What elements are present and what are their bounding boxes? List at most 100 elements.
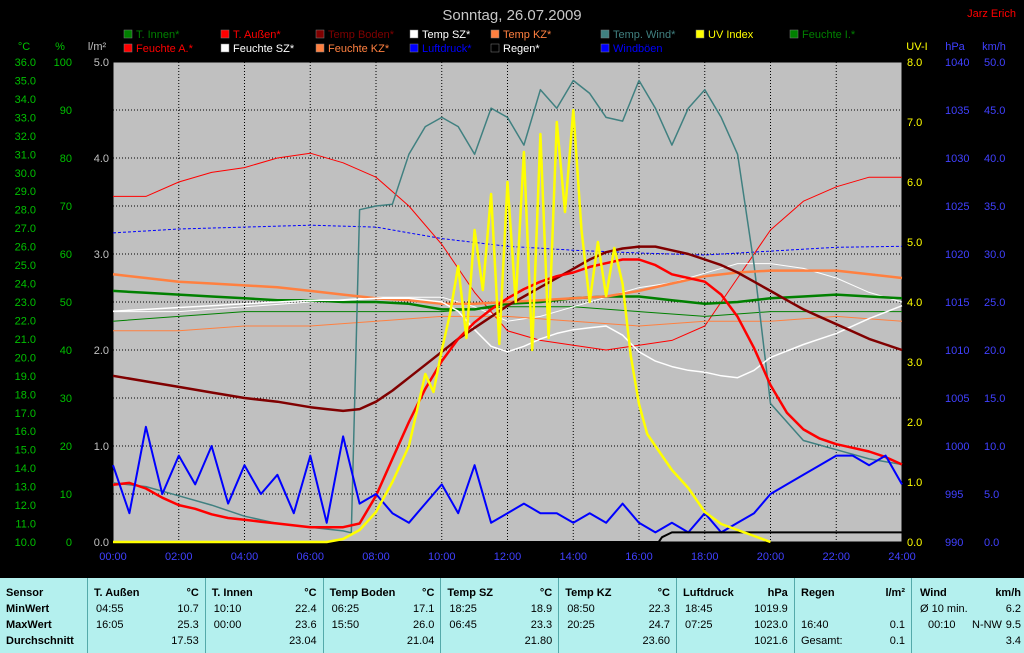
tick-label-press: 1000 [945, 441, 969, 453]
stats-avg-value: 21.80 [524, 635, 553, 647]
x-tick-label: 00:00 [99, 551, 127, 563]
chart-area: 36.0 35.0 34.0 33.0 32.0 31.0 30.0 29.0 28.0 27.0… [0, 0, 1024, 578]
x-tick-label: 14:00 [559, 551, 587, 563]
axis-unit-wind: km/h [982, 41, 1006, 53]
tick-label-temp: 20.0 [15, 352, 36, 364]
stats-max-time: 00:00 [213, 619, 242, 631]
legend-label: Temp. Wind* [613, 29, 676, 41]
stats-col-name: Temp KZ [565, 587, 612, 599]
stats-col: T. Außen °C 04:55 10.7 16:05 25.3 17.53 [88, 578, 206, 653]
legend-label: Luftdruck* [422, 43, 472, 55]
legend-label: Windböen [613, 43, 663, 55]
stats-avg-value: 23.04 [289, 635, 317, 647]
legend-label: Feuchte SZ* [233, 43, 295, 55]
stats-avg-value: 1021.6 [754, 635, 788, 647]
tick-label-wind: 10.0 [984, 441, 1005, 453]
x-tick-label: 10:00 [428, 551, 456, 563]
axis-unit-temp: °C [18, 41, 30, 53]
tick-label-hum: 20 [60, 441, 72, 453]
tick-label-temp: 25.0 [15, 260, 36, 272]
tick-label-temp: 33.0 [15, 112, 36, 124]
tick-label-temp: 30.0 [15, 168, 36, 180]
stats-regen-name: Regen [801, 587, 835, 599]
stats-max-value: 25.3 [177, 619, 199, 631]
tick-label-uv: 8.0 [907, 57, 922, 69]
tick-label-hum: 40 [60, 345, 72, 357]
tick-label-hum: 90 [60, 105, 72, 117]
stats-col-name: Temp Boden [329, 587, 396, 599]
stats-min-time: 18:25 [449, 603, 477, 615]
tick-label-hum: 30 [60, 393, 72, 405]
tick-label-hum: 10 [60, 489, 72, 501]
stats-col-unit: °C [304, 587, 317, 599]
legend-label: UV Index [708, 29, 754, 41]
tick-label-wind: 40.0 [984, 153, 1005, 165]
x-tick-label: 06:00 [296, 551, 324, 563]
stats-col-name: Luftdruck [683, 587, 734, 599]
stats-min-value: 1019.9 [754, 603, 788, 615]
tick-label-temp: 14.0 [15, 463, 36, 475]
tick-label-temp: 27.0 [15, 223, 36, 235]
legend-swatch [409, 43, 419, 53]
legend-label: Temp Boden* [328, 29, 395, 41]
stats-row-labels: Sensor MinWert MaxWert Durchschnitt [0, 578, 88, 653]
tick-label-press: 1025 [945, 201, 969, 213]
tick-label-press: 990 [945, 537, 963, 549]
tick-label-hum: 80 [60, 153, 72, 165]
tick-label-uv: 4.0 [907, 297, 922, 309]
stats-col: Temp SZ °C 18:25 18.9 06:45 23.3 21.80 [441, 578, 560, 653]
tick-label-temp: 23.0 [15, 297, 36, 309]
stats-max-time: 20:25 [567, 619, 595, 631]
tick-label-press: 1030 [945, 153, 969, 165]
tick-label-press: 1010 [945, 345, 969, 357]
tick-label-temp: 13.0 [15, 482, 36, 494]
tick-label-wind: 50.0 [984, 57, 1005, 69]
axis-unit-hum: % [55, 41, 65, 53]
tick-label-temp: 28.0 [15, 205, 36, 217]
x-tick-label: 02:00 [165, 551, 193, 563]
stats-wind-max-time: 00:10 [928, 619, 956, 631]
stats-regen-total-label: Gesamt: [801, 635, 843, 647]
legend-label: Feuchte I.* [802, 29, 856, 41]
stats-max-value: 23.3 [530, 619, 553, 631]
legend-swatch [600, 29, 610, 39]
tick-label-temp: 24.0 [15, 279, 36, 291]
x-tick-label: 20:00 [757, 551, 785, 563]
row-label-sensor: Sensor [6, 587, 44, 599]
tick-label-wind: 0.0 [984, 537, 999, 549]
stats-wind-avg-label: Ø 10 min. [920, 603, 968, 615]
stats-col-unit: °C [657, 587, 670, 599]
tick-label-wind: 5.0 [984, 489, 999, 501]
stats-min-value: 10.7 [177, 603, 199, 615]
tick-label-press: 1020 [945, 249, 969, 261]
tick-label-temp: 15.0 [15, 445, 36, 457]
stats-col-unit: °C [422, 587, 435, 599]
stats-wind-mean: 3.4 [1005, 635, 1021, 647]
tick-label-temp: 16.0 [15, 426, 36, 438]
tick-label-temp: 19.0 [15, 371, 36, 383]
tick-label-uv: 6.0 [907, 177, 922, 189]
stats-max-value: 23.6 [295, 619, 317, 631]
stats-min-value: 22.3 [648, 603, 670, 615]
axis-unit-uv: UV-I [906, 41, 927, 53]
stats-max-value: 1023.0 [754, 619, 788, 631]
stats-col: Temp KZ °C 08:50 22.3 20:25 24.7 23.60 [559, 578, 677, 653]
stats-col-regen: Regen l/m² 16:40 0.1 Gesamt: 0.1 [795, 578, 912, 653]
stats-col-name: T. Innen [211, 587, 253, 599]
tick-label-temp: 12.0 [15, 500, 36, 512]
tick-label-temp: 18.0 [15, 389, 36, 401]
legend-label: T. Außen* [233, 29, 281, 41]
axis-unit-rain: l/m² [88, 41, 107, 53]
tick-label-rain: 5.0 [94, 57, 109, 69]
stats-col: Temp Boden °C 06:25 17.1 15:50 26.0 21.04 [324, 578, 442, 653]
row-label-max: MaxWert [6, 619, 52, 631]
stats-max-time: 16:05 [96, 619, 124, 631]
tick-label-rain: 0.0 [94, 537, 109, 549]
stats-col-name: Temp SZ [447, 587, 494, 599]
stats-wind-max: 9.5 [1005, 619, 1021, 631]
tick-label-temp: 32.0 [15, 131, 36, 143]
legend-label: Feuchte KZ* [328, 43, 390, 55]
tick-label-hum: 100 [54, 57, 72, 69]
tick-label-press: 1035 [945, 105, 969, 117]
stats-max-value: 26.0 [412, 619, 435, 631]
